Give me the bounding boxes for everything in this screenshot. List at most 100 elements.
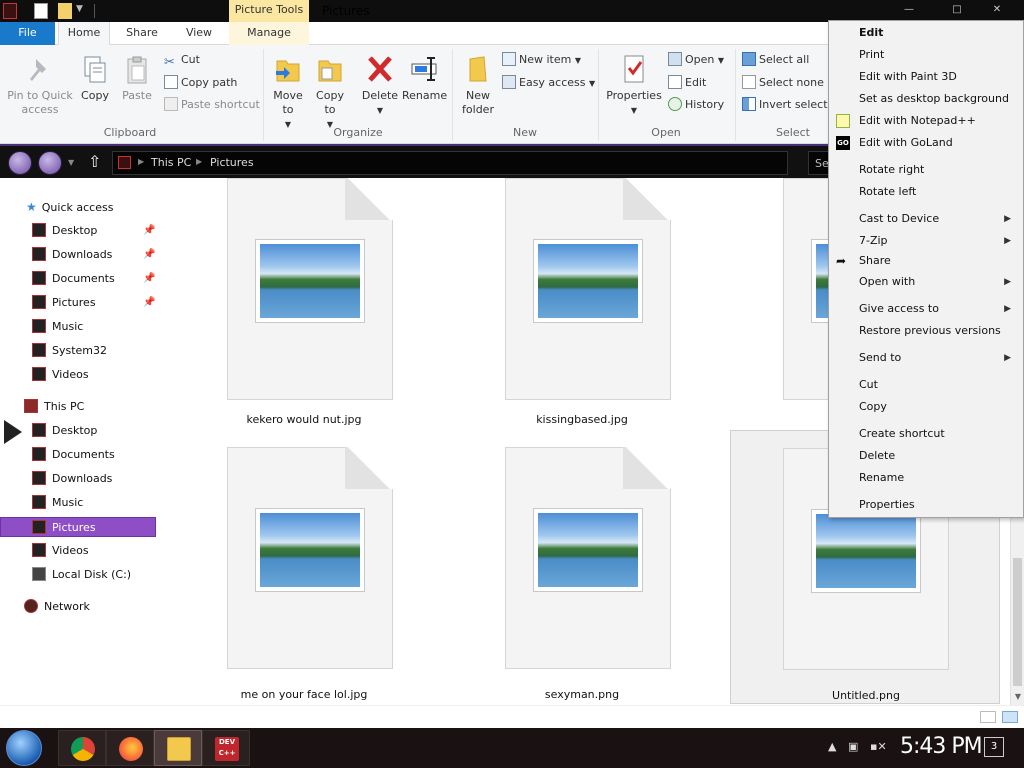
nav-item-local-disk[interactable]: Local Disk (C:) (32, 565, 131, 585)
menu-item-edit-with-goland[interactable]: GO Edit with GoLand (829, 132, 1023, 154)
minimize-button[interactable]: — (898, 4, 920, 16)
nav-item-pictures[interactable]: Pictures (32, 293, 96, 313)
menu-item-give-access-to[interactable]: Give access to ▶ (829, 298, 1023, 320)
pin-icon[interactable]: 📌 (143, 273, 155, 284)
nav-item-downloads[interactable]: Downloads (32, 469, 112, 489)
nav-quick-access[interactable]: ★ Quick access (26, 197, 113, 217)
select-none-button[interactable]: Select none (742, 74, 824, 92)
tab-home[interactable]: Home (58, 22, 110, 45)
quick-access-toolbar-dropdown-icon[interactable]: ▼ (76, 4, 83, 14)
nav-network[interactable]: Network (24, 597, 90, 617)
pin-icon[interactable]: 📌 (143, 297, 155, 308)
start-button-icon[interactable] (6, 730, 42, 766)
menu-item-edit-with-notepad-plus-plus[interactable]: Edit with Notepad++ (829, 110, 1023, 132)
paste-button[interactable]: Paste (118, 55, 156, 103)
up-arrow-icon[interactable]: ⇧ (88, 152, 101, 171)
select-all-button[interactable]: Select all (742, 51, 809, 69)
copy-to-button[interactable]: Copy to ▼ (312, 53, 348, 132)
file-tile[interactable]: kissingbased.jpg (482, 178, 682, 438)
invert-selection-button[interactable]: Invert select (742, 96, 828, 114)
menu-item-edit[interactable]: Edit (829, 22, 1023, 44)
file-tile[interactable]: sexyman.png (482, 440, 682, 701)
menu-item-delete[interactable]: Delete (829, 445, 1023, 467)
scroll-down-icon[interactable]: ▼ (1011, 690, 1024, 704)
taskbar-app-firefox[interactable] (106, 730, 154, 766)
large-icons-view-icon[interactable] (1002, 711, 1018, 723)
clock[interactable]: 5:43 PM (900, 734, 983, 759)
details-view-icon[interactable] (980, 711, 996, 723)
menu-item-edit-with-paint-3d[interactable]: Edit with Paint 3D (829, 66, 1023, 88)
new-item-button[interactable]: New item ▼ (502, 51, 581, 69)
menu-item-share[interactable]: ➦ Share (829, 250, 1023, 272)
new-folder-quick-access-icon[interactable] (58, 3, 72, 19)
nav-item-documents[interactable]: Documents (32, 445, 115, 465)
menu-item-create-shortcut[interactable]: Create shortcut (829, 423, 1023, 445)
nav-item-system32[interactable]: System32 (32, 341, 107, 361)
nav-item-desktop[interactable]: Desktop (32, 221, 97, 241)
nav-this-pc[interactable]: This PC (24, 397, 84, 417)
tab-share[interactable]: Share (114, 22, 170, 45)
action-center-icon[interactable]: 3 (984, 737, 1004, 757)
nav-item-music[interactable]: Music (32, 493, 83, 513)
menu-item-print[interactable]: Print (829, 44, 1023, 66)
paste-shortcut-button[interactable]: Paste shortcut (164, 96, 260, 114)
delete-button[interactable]: Delete ▼ (360, 53, 400, 118)
menu-item-rename[interactable]: Rename (829, 467, 1023, 489)
nav-item-documents[interactable]: Documents (32, 269, 115, 289)
pin-icon[interactable]: 📌 (143, 249, 155, 260)
open-button[interactable]: Open ▼ (668, 51, 724, 69)
tab-manage[interactable]: Manage (229, 22, 309, 45)
menu-item-cut[interactable]: Cut (829, 374, 1023, 396)
show-hidden-icons-icon[interactable]: ▲ (828, 740, 836, 753)
breadcrumb-pictures[interactable]: Pictures (210, 156, 254, 169)
recent-locations-dropdown-icon[interactable]: ▼ (68, 158, 74, 167)
cut-button[interactable]: ✂ Cut (164, 51, 200, 70)
file-tile[interactable]: me on your face lol.jpg (204, 440, 404, 701)
pin-to-quick-access-button[interactable]: Pin to Quick access (4, 55, 76, 117)
menu-item-send-to[interactable]: Send to ▶ (829, 347, 1023, 369)
menu-item-copy[interactable]: Copy (829, 396, 1023, 418)
new-folder-button[interactable]: New folder (458, 53, 498, 117)
nav-item-videos[interactable]: Videos (32, 541, 89, 561)
nav-item-desktop[interactable]: Desktop (32, 421, 97, 441)
menu-item-restore-previous-versions[interactable]: Restore previous versions (829, 320, 1023, 342)
scrollbar-thumb[interactable] (1013, 558, 1022, 686)
taskbar-app-dev-cpp[interactable]: DEV C++ (202, 730, 250, 766)
menu-item-set-as-desktop-background[interactable]: Set as desktop background (829, 88, 1023, 110)
nav-item-label: Documents (52, 272, 115, 285)
pin-icon[interactable]: 📌 (143, 225, 155, 236)
menu-item-rotate-right[interactable]: Rotate right (829, 159, 1023, 181)
forward-button[interactable] (38, 151, 62, 175)
tab-file[interactable]: File (0, 22, 55, 45)
network-tray-icon[interactable]: ▣ (848, 740, 858, 753)
menu-item-open-with[interactable]: Open with ▶ (829, 271, 1023, 293)
properties-button[interactable]: Properties ▼ (604, 53, 664, 118)
file-tile[interactable]: kekero would nut.jpg (204, 178, 404, 438)
nav-item-label: Music (52, 496, 84, 509)
nav-item-downloads[interactable]: Downloads (32, 245, 112, 265)
close-button[interactable]: ✕ (986, 4, 1008, 16)
taskbar-app-file-explorer[interactable] (154, 730, 202, 766)
volume-muted-icon[interactable]: ▪✕ (870, 740, 887, 753)
maximize-button[interactable]: □ (946, 4, 968, 16)
taskbar-app-chrome[interactable] (58, 730, 106, 766)
nav-item-videos[interactable]: Videos (32, 365, 89, 385)
menu-item-7-zip[interactable]: 7-Zip ▶ (829, 230, 1023, 252)
breadcrumb-this-pc[interactable]: This PC (151, 156, 191, 169)
menu-item-cast-to-device[interactable]: Cast to Device ▶ (829, 208, 1023, 230)
copy-button[interactable]: Copy (76, 55, 114, 103)
easy-access-button[interactable]: Easy access ▼ (502, 74, 595, 92)
back-button[interactable] (8, 151, 32, 175)
nav-item-music[interactable]: Music (32, 317, 83, 337)
tab-view[interactable]: View (174, 22, 224, 45)
properties-quick-access-icon[interactable] (34, 3, 48, 19)
move-to-button[interactable]: Move to ▼ (270, 53, 306, 132)
nav-item-pictures-selected[interactable]: Pictures (0, 517, 156, 537)
copy-path-button[interactable]: Copy path (164, 74, 237, 92)
edit-button[interactable]: Edit (668, 74, 706, 92)
app-icon[interactable] (3, 3, 17, 19)
menu-item-rotate-left[interactable]: Rotate left (829, 181, 1023, 203)
rename-button[interactable]: Rename (402, 53, 447, 103)
menu-item-properties[interactable]: Properties (829, 494, 1023, 516)
history-button[interactable]: History (668, 96, 724, 114)
